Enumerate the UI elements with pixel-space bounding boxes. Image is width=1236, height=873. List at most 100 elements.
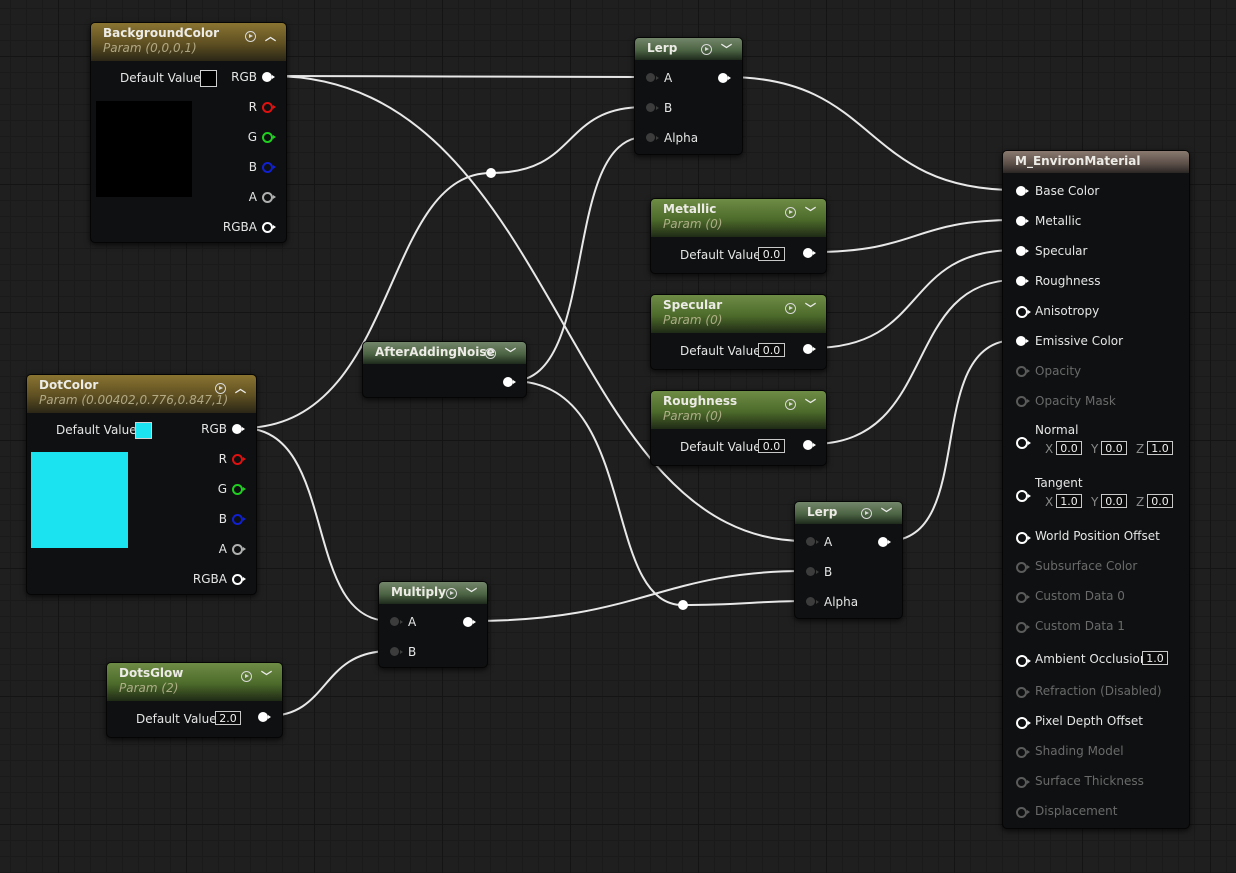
output-pin[interactable] (258, 712, 271, 722)
play-circle-icon[interactable] (485, 348, 496, 359)
normal-z-field[interactable]: 1.0 (1147, 441, 1173, 455)
after-adding-noise-node[interactable]: AfterAddingNoise ﹀ (362, 341, 527, 398)
input-pin-subsurface-color[interactable] (1016, 562, 1030, 573)
default-value-field[interactable]: 2.0 (215, 711, 241, 725)
output-pin[interactable] (718, 73, 731, 83)
default-value-swatch[interactable] (135, 422, 152, 439)
play-circle-icon[interactable] (785, 303, 796, 314)
output-label-b: B (248, 160, 257, 174)
lerp-top-node[interactable]: Lerp ﹀ A B Alpha (634, 37, 743, 155)
input-pin-metallic[interactable] (1016, 216, 1029, 226)
output-pin[interactable] (803, 344, 816, 354)
input-pin-base-color[interactable] (1016, 186, 1029, 196)
input-pin-surface-thickness[interactable] (1016, 777, 1030, 788)
roughness-param-node[interactable]: Roughness Param (0) ﹀ Default Value 0.0 (650, 390, 827, 466)
input-pin-roughness[interactable] (1016, 276, 1029, 286)
chevron-up-icon[interactable]: ︿ (235, 383, 246, 394)
input-pin-normal[interactable] (1016, 437, 1031, 449)
dots-glow-node[interactable]: DotsGlow Param (2) ﹀ Default Value 2.0 (106, 662, 283, 738)
input-pin-shading-model[interactable] (1016, 747, 1030, 758)
play-circle-icon[interactable] (785, 399, 796, 410)
output-pin[interactable] (803, 440, 816, 450)
default-value-field[interactable]: 0.0 (758, 343, 785, 357)
lerp-bottom-node[interactable]: Lerp ﹀ A B Alpha (794, 501, 903, 619)
output-pin-rgba[interactable] (262, 222, 276, 233)
input-pin-b[interactable] (646, 103, 659, 112)
chevron-down-icon[interactable]: ﹀ (805, 399, 816, 410)
material-result-node[interactable]: M_EnvironMaterial Base Color Metallic Sp… (1002, 150, 1190, 829)
chevron-down-icon[interactable]: ﹀ (805, 207, 816, 218)
chevron-up-icon[interactable]: ︿ (265, 31, 276, 42)
specular-param-node[interactable]: Specular Param (0) ﹀ Default Value 0.0 (650, 294, 827, 370)
output-pin[interactable] (503, 377, 516, 387)
input-label-shading-model: Shading Model (1035, 744, 1124, 758)
chevron-down-icon[interactable]: ﹀ (505, 348, 516, 359)
output-pin-a[interactable] (262, 192, 276, 203)
output-pin-b[interactable] (232, 514, 246, 525)
input-pin-ambient-occlusion[interactable] (1016, 655, 1031, 667)
output-pin-g[interactable] (232, 484, 246, 495)
input-pin-opacity[interactable] (1016, 366, 1030, 377)
reroute-knot[interactable] (678, 600, 688, 610)
input-pin-b[interactable] (390, 647, 403, 656)
output-pin[interactable] (803, 248, 816, 258)
input-pin-displacement[interactable] (1016, 807, 1030, 818)
output-pin[interactable] (878, 537, 891, 547)
tangent-x-field[interactable]: 1.0 (1056, 494, 1082, 508)
output-pin-r[interactable] (232, 454, 246, 465)
normal-x-field[interactable]: 0.0 (1056, 441, 1082, 455)
chevron-down-icon[interactable]: ﹀ (466, 588, 477, 599)
default-value-field[interactable]: 0.0 (758, 247, 785, 261)
input-pin-custom-data-1[interactable] (1016, 622, 1030, 633)
input-pin-refraction[interactable] (1016, 687, 1030, 698)
play-circle-icon[interactable] (215, 383, 226, 394)
input-pin-alpha[interactable] (646, 133, 659, 142)
output-pin-g[interactable] (262, 132, 276, 143)
input-pin-b[interactable] (806, 567, 819, 576)
input-pin-alpha[interactable] (806, 597, 819, 606)
input-pin-opacity-mask[interactable] (1016, 396, 1030, 407)
output-pin-rgb[interactable] (262, 72, 275, 82)
input-pin-pixel-depth-offset[interactable] (1016, 717, 1031, 729)
input-pin-world-position-offset[interactable] (1016, 532, 1031, 544)
chevron-down-icon[interactable]: ﹀ (721, 44, 732, 55)
output-pin-a[interactable] (232, 544, 246, 555)
input-label-roughness: Roughness (1035, 274, 1101, 288)
tangent-z-field[interactable]: 0.0 (1147, 494, 1173, 508)
input-pin-a[interactable] (390, 617, 403, 626)
output-pin-r[interactable] (262, 102, 276, 113)
play-circle-icon[interactable] (446, 588, 457, 599)
input-pin-a[interactable] (646, 73, 659, 82)
multiply-node[interactable]: Multiply ﹀ A B (378, 581, 488, 668)
dot-color-node[interactable]: DotColor Param (0.00402,0.776,0.847,1) ︿… (26, 374, 257, 595)
default-value-field[interactable]: 0.0 (758, 439, 785, 453)
normal-y-field[interactable]: 0.0 (1101, 441, 1127, 455)
metallic-param-node[interactable]: Metallic Param (0) ﹀ Default Value 0.0 (650, 198, 827, 274)
default-value-label: Default Value (120, 71, 201, 85)
input-pin-anisotropy[interactable] (1016, 306, 1031, 318)
chevron-down-icon[interactable]: ﹀ (881, 508, 892, 519)
output-pin-rgba[interactable] (232, 574, 246, 585)
play-circle-icon[interactable] (241, 671, 252, 682)
output-pin[interactable] (463, 617, 476, 627)
play-circle-icon[interactable] (861, 508, 872, 519)
output-pin-b[interactable] (262, 162, 276, 173)
input-pin-specular[interactable] (1016, 246, 1029, 256)
chevron-down-icon[interactable]: ﹀ (261, 671, 272, 682)
reroute-knot[interactable] (486, 168, 496, 178)
input-label-metallic: Metallic (1035, 214, 1082, 228)
play-circle-icon[interactable] (785, 207, 796, 218)
input-pin-custom-data-0[interactable] (1016, 592, 1030, 603)
default-value-swatch[interactable] (200, 70, 217, 87)
input-pin-emissive-color[interactable] (1016, 336, 1029, 346)
ambient-occlusion-field[interactable]: 1.0 (1142, 651, 1168, 665)
input-label-a: A (664, 71, 673, 85)
background-color-node[interactable]: BackgroundColor Param (0,0,0,1) ︿ Defaul… (90, 22, 287, 243)
play-circle-icon[interactable] (245, 31, 256, 42)
output-pin-rgb[interactable] (232, 424, 245, 434)
chevron-down-icon[interactable]: ﹀ (805, 303, 816, 314)
input-pin-tangent[interactable] (1016, 490, 1031, 502)
input-pin-a[interactable] (806, 537, 819, 546)
tangent-y-field[interactable]: 0.0 (1101, 494, 1127, 508)
play-circle-icon[interactable] (701, 44, 712, 55)
